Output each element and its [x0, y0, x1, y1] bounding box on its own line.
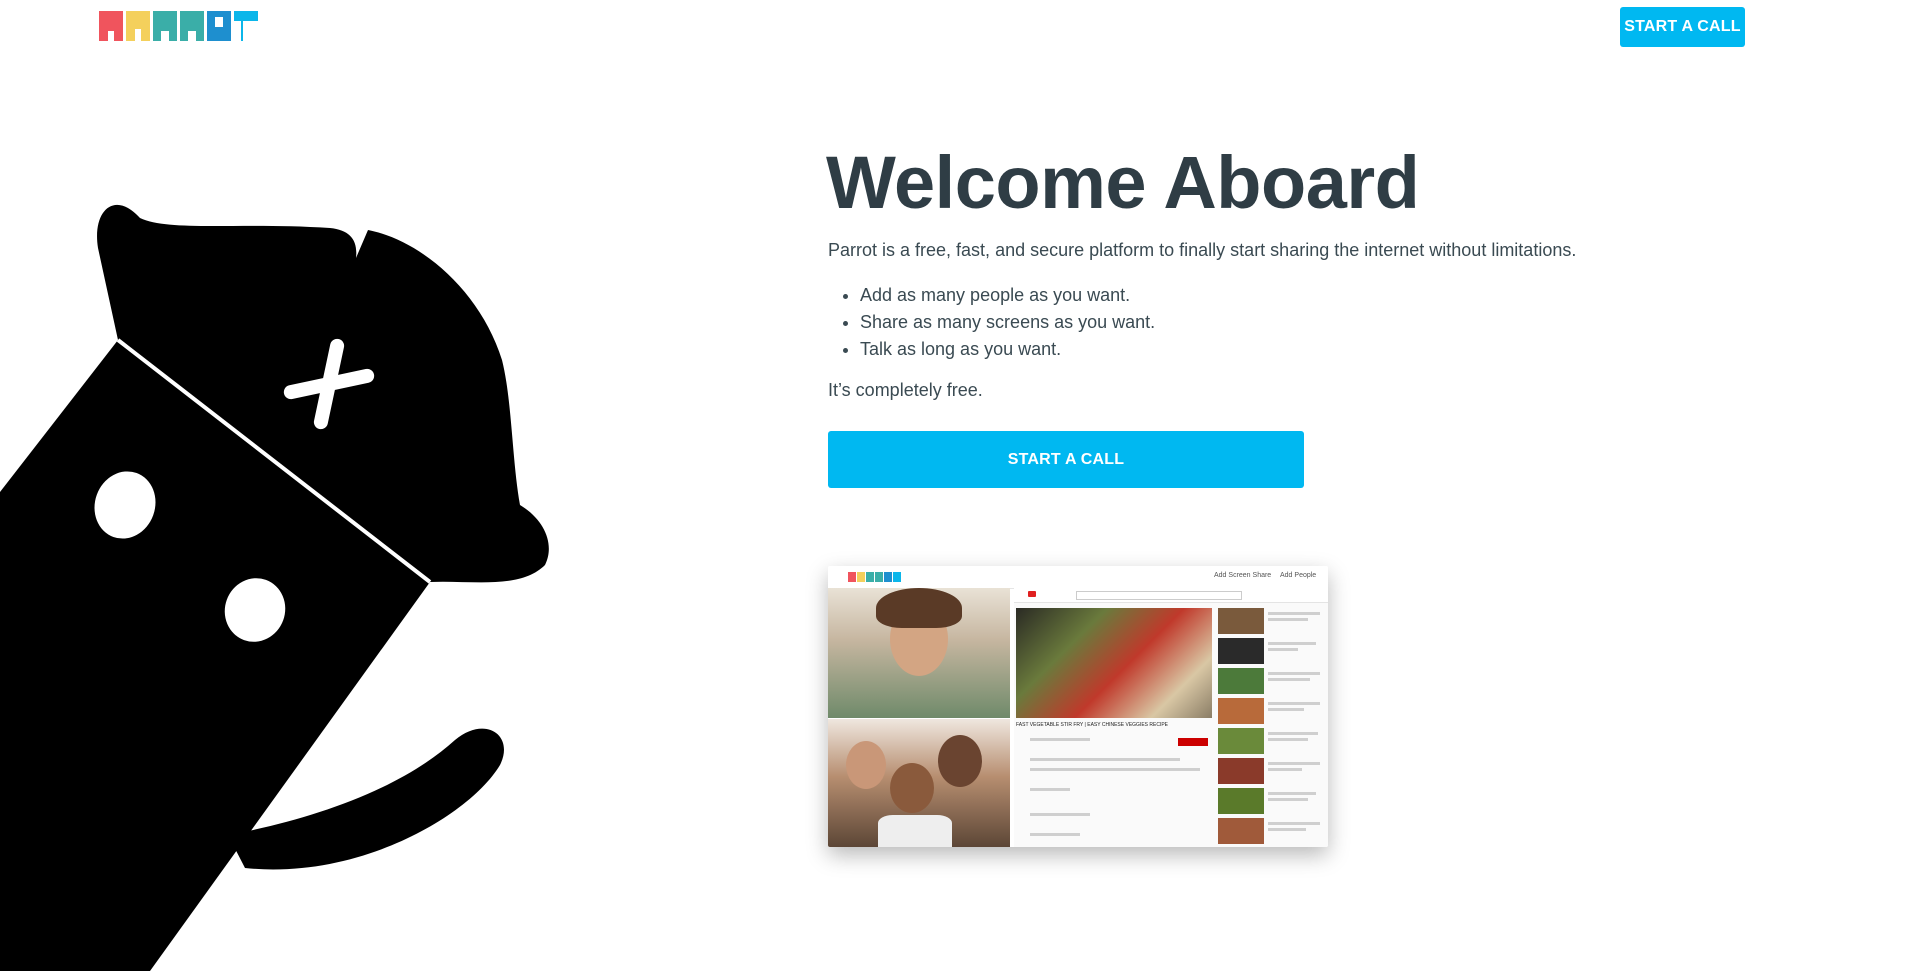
logo-letter-t — [234, 11, 258, 41]
preview-logo-icon — [848, 572, 901, 582]
participant-video — [828, 719, 1010, 847]
logo-letter-p — [99, 11, 123, 41]
parrot-mascot-icon — [0, 204, 549, 971]
feature-item: Share as many screens as you want. — [860, 309, 1155, 336]
logo-letter-a — [126, 11, 150, 41]
product-preview-image: Add Screen Share Add People FAST VEGETAB… — [828, 566, 1328, 847]
preview-toolbar: Add Screen Share Add People — [828, 566, 1328, 589]
logo-letter-o — [207, 11, 231, 41]
feature-list: Add as many people as you want. Share as… — [828, 282, 1155, 363]
recommended-thumbnail — [1218, 608, 1264, 634]
preview-add-people: Add People — [1280, 572, 1317, 579]
video-player — [1016, 608, 1212, 718]
feature-item: Add as many people as you want. — [860, 282, 1155, 309]
shared-screen: FAST VEGETABLE STIR FRY | EASY CHINESE V… — [1014, 588, 1328, 847]
recommended-thumbnail — [1218, 638, 1264, 664]
shared-screen-search — [1076, 591, 1242, 600]
free-tagline: It’s completely free. — [828, 380, 983, 400]
logo-letter-r — [153, 11, 177, 41]
header-start-call-button[interactable]: START A CALL — [1620, 7, 1745, 47]
recommended-thumbnail — [1218, 698, 1264, 724]
page-title: Welcome Aboard — [826, 141, 1420, 224]
shared-screen-topbar — [1014, 588, 1328, 603]
hero-description: Parrot is a free, fast, and secure platf… — [828, 240, 1577, 260]
recommended-thumbnail — [1218, 728, 1264, 754]
youtube-logo-icon — [1028, 591, 1036, 597]
recommended-thumbnail — [1218, 818, 1264, 844]
logo-letter-r — [180, 11, 204, 41]
recommended-thumbnail — [1218, 758, 1264, 784]
recommended-thumbnail — [1218, 788, 1264, 814]
parrot-logo-icon[interactable] — [99, 11, 258, 41]
preview-add-screen-share: Add Screen Share — [1214, 572, 1272, 579]
start-call-button[interactable]: START A CALL — [828, 431, 1304, 488]
recommended-thumbnail — [1218, 668, 1264, 694]
subscribe-button — [1178, 738, 1208, 746]
video-title: FAST VEGETABLE STIR FRY | EASY CHINESE V… — [1016, 722, 1168, 728]
participant-video — [828, 588, 1010, 718]
feature-item: Talk as long as you want. — [860, 336, 1155, 363]
